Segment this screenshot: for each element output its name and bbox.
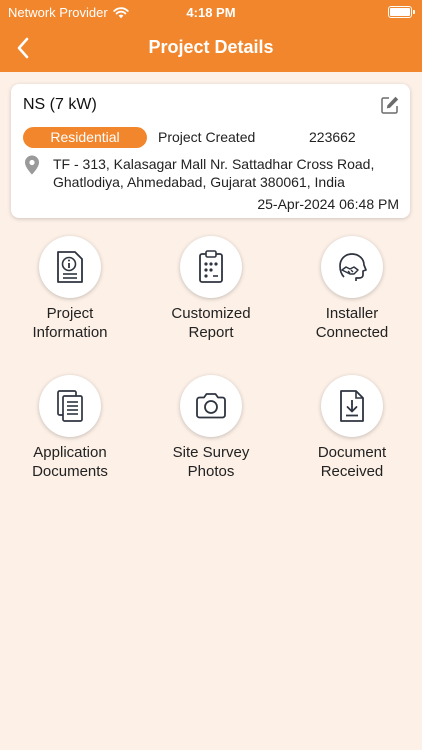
tile-icon-circle — [180, 236, 242, 298]
app-header: Network Provider 4:18 PM Project Details — [0, 0, 422, 72]
page-title: Project Details — [148, 37, 274, 57]
address-line-2: Ghatlodiya, Ahmedabad, Gujarat 380061, I… — [53, 174, 345, 190]
site-survey-photos-tile[interactable]: Site Survey Photos — [151, 375, 271, 495]
tile-label: Document Received — [292, 443, 412, 481]
status-bar: Network Provider 4:18 PM — [0, 0, 422, 24]
customized-report-tile[interactable]: Customized Report — [151, 236, 271, 356]
nav-bar: Project Details — [0, 28, 422, 68]
tile-label-line: Documents — [32, 463, 108, 480]
installer-connected-icon — [339, 253, 367, 281]
customized-report-icon — [199, 250, 223, 283]
project-information-icon — [57, 251, 83, 283]
tile-label: Site Survey Photos — [151, 443, 271, 481]
tile-icon-circle — [39, 375, 101, 437]
edit-icon — [381, 96, 399, 114]
project-name: NS (7 kW) — [23, 96, 97, 113]
project-id: 223662 — [309, 129, 356, 145]
tile-label-line: Connected — [315, 324, 389, 341]
tile-label: Project Information — [10, 304, 130, 342]
clock: 4:18 PM — [186, 5, 236, 20]
tile-icon-circle — [180, 375, 242, 437]
tile-label: Customized Report — [151, 304, 271, 342]
project-information-tile[interactable]: Project Information — [10, 236, 130, 356]
document-received-icon — [340, 390, 364, 422]
edit-button[interactable] — [380, 95, 400, 115]
tile-label-line: Installer — [325, 305, 379, 322]
tile-icon-circle — [321, 375, 383, 437]
tile-label: Application Documents — [10, 443, 130, 481]
project-status: Project Created — [158, 129, 256, 145]
tile-icon-circle — [321, 236, 383, 298]
tile-label-line: Information — [32, 324, 108, 341]
camera-icon — [196, 393, 226, 419]
application-documents-tile[interactable]: Application Documents — [10, 375, 130, 495]
tile-label-line: Document — [317, 444, 387, 461]
installer-connected-tile[interactable]: Installer Connected — [292, 236, 412, 356]
battery-icon — [388, 6, 415, 18]
project-address: TF - 313, Kalasagar Mall Nr. Sattadhar C… — [53, 155, 403, 191]
application-documents-icon — [57, 390, 83, 422]
location-pin-icon — [25, 155, 39, 175]
tile-label-line: Report — [188, 324, 234, 341]
tile-label-line: Photos — [187, 463, 235, 480]
address-line-1: TF - 313, Kalasagar Mall Nr. Sattadhar C… — [53, 156, 375, 172]
document-received-tile[interactable]: Document Received — [292, 375, 412, 495]
category-badge: Residential — [23, 127, 147, 148]
tile-label: Installer Connected — [292, 304, 412, 342]
tile-icon-circle — [39, 236, 101, 298]
tile-label-line: Application — [33, 444, 107, 461]
created-timestamp: 25-Apr-2024 06:48 PM — [257, 196, 399, 212]
tile-label-line: Site Survey — [172, 444, 250, 461]
tile-label-line: Customized — [171, 305, 251, 322]
tile-label-line: Project — [46, 305, 94, 322]
tile-label-line: Received — [320, 463, 384, 480]
project-summary-card[interactable]: NS (7 kW) Residential Project Created 22… — [11, 84, 410, 218]
